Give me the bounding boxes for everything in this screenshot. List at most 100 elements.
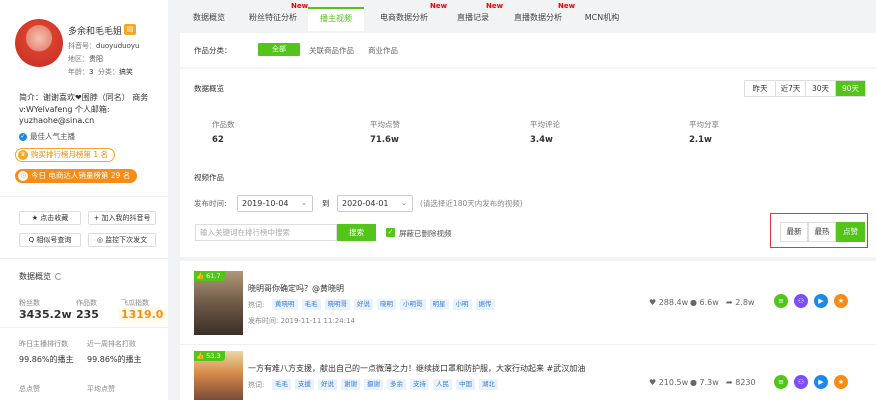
hot-word-tag[interactable]: 黄晓明 (272, 299, 298, 310)
fans-value: 3435.2w (19, 308, 72, 321)
similar-search-button[interactable]: Q 相似号查询 (19, 233, 81, 247)
hide-deleted-label: 屏蔽已删除视频 (399, 229, 452, 238)
video-shares-value: 8230 (735, 378, 756, 387)
category-value: 搞笑 (118, 68, 133, 76)
audience-icon[interactable]: ⚇ (794, 375, 808, 389)
range-7d[interactable]: 近7天 (775, 81, 805, 96)
monitor-button[interactable]: ◎ 监控下次发文 (88, 233, 156, 247)
hot-word-tag[interactable]: 据传 (475, 299, 495, 310)
avg-comment-label: 平均评论 (530, 120, 560, 129)
audience-icon[interactable]: ⚇ (794, 294, 808, 308)
thumb-like-value: 61.7 (206, 272, 221, 280)
avg-like-value: 71.6w (370, 135, 399, 145)
account-badge-icon: ▤ (124, 24, 136, 35)
range-30d[interactable]: 30天 (805, 81, 835, 96)
star-icon[interactable]: ★ (834, 294, 848, 308)
avg-likes-label: 平均点赞 (87, 385, 115, 393)
hot-word-tag[interactable]: 好说 (354, 299, 373, 310)
publish-time-label: 发布时间: (248, 317, 279, 325)
hot-word-tag[interactable]: 毛毛 (272, 379, 291, 390)
start-date-select[interactable]: 2019-10-04 ⌄ (237, 195, 313, 212)
hide-deleted-checkbox[interactable]: ✓ (386, 228, 395, 237)
search-button[interactable]: 搜索 (337, 224, 376, 241)
row-divider (180, 344, 876, 345)
tab-live-records[interactable]: 直播记录 (444, 7, 502, 31)
tab-live-analysis[interactable]: 直播数据分析 (502, 7, 574, 31)
hot-word-tag[interactable]: 支援 (295, 379, 314, 390)
hot-word-tag[interactable]: 中国 (456, 379, 475, 390)
hot-word-tag[interactable]: 支持 (410, 379, 429, 390)
comment-list-icon[interactable]: ≡ (774, 294, 788, 308)
crown-icon: ♛ (18, 150, 28, 160)
video-title[interactable]: 晓明哥你确定吗？@黄晓明 (248, 283, 344, 294)
comment-list-icon[interactable]: ≡ (774, 375, 788, 389)
video-comments-value: 7.3w (699, 378, 719, 387)
play-icon[interactable]: ▶ (814, 294, 828, 308)
sort-hottest[interactable]: 最热 (808, 222, 836, 242)
star-icon[interactable]: ★ (834, 375, 848, 389)
hot-word-tag[interactable]: 小明哥 (400, 299, 426, 310)
hot-word-tag[interactable]: 多余 (387, 379, 406, 390)
video-thumbnail[interactable]: 👍 61.7 (194, 271, 243, 335)
range-yesterday[interactable]: 昨天 (745, 81, 775, 96)
rank-badge-today[interactable]: ◷ 今日 电商达人销量榜第 29 名 (15, 169, 138, 183)
video-title[interactable]: 一方有难八方支援，献出自己的一点微薄之力！继续拢口罩和防护服，大家行动起来 #武… (248, 363, 585, 374)
filter-commercial-link[interactable]: 商业作品 (368, 45, 398, 56)
hot-word-tag[interactable]: 晓明哥 (324, 299, 350, 310)
tab-mcn[interactable]: MCN机构 (574, 7, 630, 31)
avg-share-label: 平均分享 (689, 120, 719, 129)
week-rank-label: 近一周排名打败 (87, 340, 136, 348)
new-badge: New (558, 2, 576, 10)
date-to-label: 到 (322, 199, 330, 208)
hot-word-tag[interactable]: 人民 (433, 379, 452, 390)
avg-like-label: 平均点赞 (370, 120, 400, 129)
hot-word-tag[interactable]: 湖北 (479, 379, 498, 390)
video-comments: ● 7.3w (690, 378, 719, 387)
filter-all-button[interactable]: 全部 (258, 43, 300, 56)
play-icon[interactable]: ▶ (814, 375, 828, 389)
hot-word-tag[interactable]: 毛毛 (301, 299, 321, 310)
hot-word-tag[interactable]: 小明 (452, 299, 472, 310)
age-label: 年龄： (68, 68, 89, 76)
filter-label: 作品分类： (194, 46, 232, 55)
clock-icon: ◷ (18, 171, 28, 181)
douyin-id: 抖音号：duoyuduoyu (68, 41, 139, 51)
hot-word-tag[interactable]: 摄谢 (364, 379, 383, 390)
hot-word-tag[interactable]: 明星 (429, 299, 449, 310)
verified-check-icon: ✓ (19, 132, 27, 141)
refresh-icon[interactable] (55, 273, 62, 280)
add-account-button[interactable]: + 加入我的抖音号 (88, 211, 156, 225)
total-likes-label: 总点赞 (19, 385, 40, 393)
start-date-value: 2019-10-04 (242, 199, 289, 208)
sort-likes[interactable]: 点赞 (836, 222, 865, 242)
video-likes-value: 210.5w (658, 378, 689, 387)
works-value: 235 (76, 308, 99, 321)
account-bio: 简介：谢谢喜欢❤围脖（同名） 商务v:WYelvafeng 个人邮箱: yuzh… (19, 93, 149, 125)
region-label: 地区： (68, 55, 89, 63)
hot-words: 黄晓明 毛毛 晓明哥 好说 晓明 小明哥 明星 小明 据传 (272, 299, 495, 310)
hot-word-tag[interactable]: 好说 (318, 379, 337, 390)
tab-fans[interactable]: 粉丝特征分析 (238, 7, 308, 31)
tab-videos[interactable]: 播主视频 (308, 7, 364, 31)
sort-latest[interactable]: 最新 (780, 222, 808, 242)
overview-title-label: 数据概览 (19, 272, 51, 281)
hot-word-tag[interactable]: 晓明 (377, 299, 396, 310)
thumb-like-badge: 👍 53.3 (194, 351, 225, 361)
video-thumbnail[interactable]: 👍 53.3 (194, 351, 243, 400)
hot-words-label: 热词: (248, 381, 265, 389)
overview-title: 数据概览 (19, 271, 62, 282)
videos-title: 视频作品 (194, 173, 224, 182)
range-90d[interactable]: 90天 (835, 81, 865, 96)
collect-button[interactable]: ★ 点击收藏 (19, 211, 81, 225)
search-input[interactable]: 输入关键词在排行榜中搜索 (195, 224, 337, 241)
end-date-select[interactable]: 2020-04-01 ⌄ (337, 195, 413, 212)
hot-words-label: 热词: (248, 301, 265, 309)
hot-word-tag[interactable]: 谢谢 (341, 379, 360, 390)
new-badge: New (291, 2, 309, 10)
tab-ecommerce[interactable]: 电商数据分析 (364, 7, 444, 31)
works-count-value: 62 (212, 135, 224, 145)
filter-product-link[interactable]: 关联商品作品 (309, 45, 354, 56)
tab-overview[interactable]: 数据概览 (180, 7, 238, 31)
range-selector: 昨天 近7天 30天 90天 (744, 80, 866, 97)
rank-badge-monthly[interactable]: ♛ 购买排行榜月榜第 1 名 (15, 148, 116, 162)
